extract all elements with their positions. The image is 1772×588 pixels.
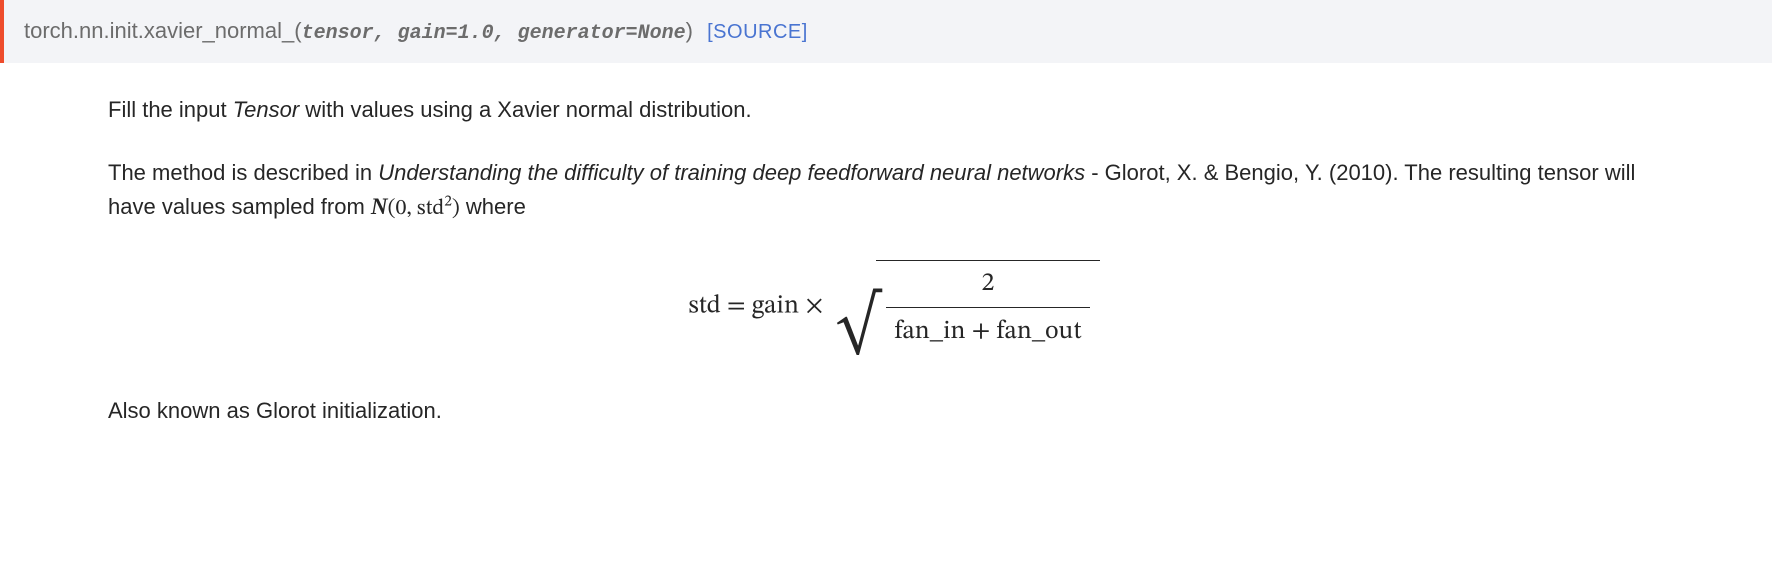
inline-math-normal-dist: N(0, std2)	[371, 198, 460, 220]
function-signature-block: torch.nn.init.xavier_normal_(tensor, gai…	[0, 0, 1772, 63]
aka-paragraph: Also known as Glorot initialization.	[108, 394, 1680, 427]
source-link[interactable]: [SOURCE]	[707, 21, 808, 43]
math-open: (0,	[388, 198, 417, 220]
fraction-numerator: 2	[886, 265, 1089, 307]
math-close: )	[452, 198, 460, 220]
math-std: std	[417, 198, 444, 220]
sqrt-body: 2 fan_in + fan_out	[876, 260, 1099, 354]
signature-param: generator=None	[518, 22, 686, 45]
signature-close-paren: )	[686, 18, 693, 43]
text: Also known as Glorot initialization.	[108, 398, 442, 423]
signature-sep: ,	[374, 22, 398, 45]
signature-name: xavier_normal_	[144, 18, 294, 43]
signature-param: tensor	[302, 22, 374, 45]
script-n-icon: N	[371, 193, 388, 219]
display-math-std-formula: std = gain × √ 2 fan_in + fan_out	[108, 260, 1680, 354]
description-paragraph: The method is described in Understanding…	[108, 156, 1680, 226]
docstring-content: Fill the input Tensor with values using …	[0, 93, 1700, 427]
signature-sep: ,	[494, 22, 518, 45]
signature-param: gain=1.0	[398, 22, 494, 45]
text: Fill the input	[108, 97, 233, 122]
formula-lhs: std = gain ×	[688, 294, 829, 320]
summary-paragraph: Fill the input Tensor with values using …	[108, 93, 1680, 126]
paper-title: Understanding the difficulty of training…	[378, 160, 1085, 185]
text: The method is described in	[108, 160, 378, 185]
signature-open-paren: (	[294, 18, 301, 43]
fraction: 2 fan_in + fan_out	[886, 265, 1089, 352]
sqrt-expression: √ 2 fan_in + fan_out	[836, 260, 1100, 354]
text: where	[460, 194, 526, 219]
fraction-denominator: fan_in + fan_out	[886, 307, 1089, 352]
emphasis-tensor: Tensor	[233, 97, 299, 122]
text: with values using a Xavier normal distri…	[299, 97, 751, 122]
radical-icon: √	[836, 298, 880, 354]
signature-qualifier: torch.nn.init.	[24, 18, 144, 43]
math-exponent: 2	[444, 194, 452, 210]
